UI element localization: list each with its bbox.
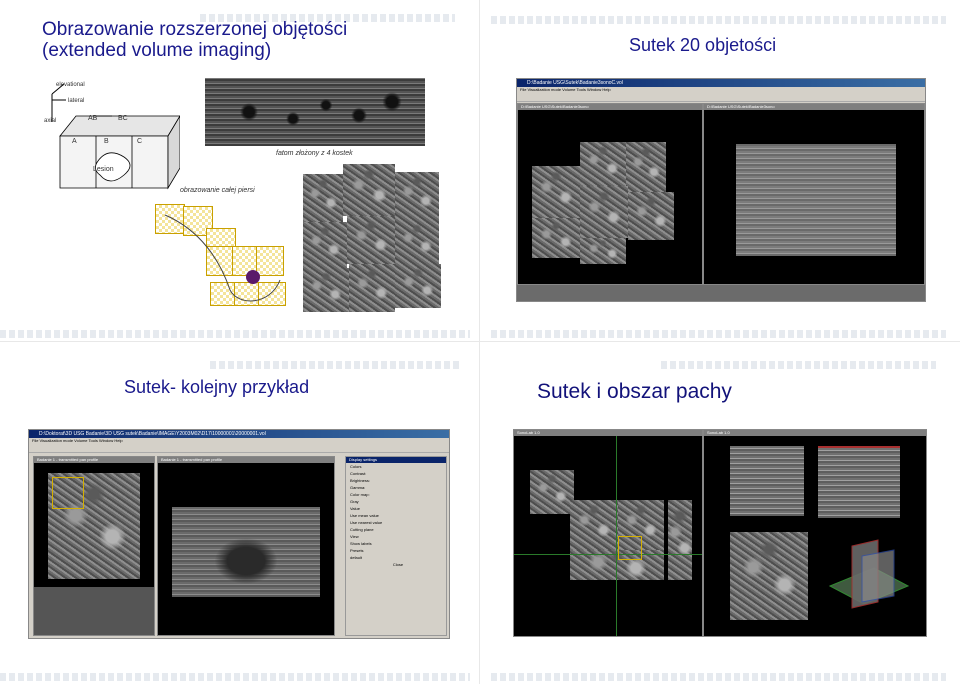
title-line-1: Obrazowanie rozszerzonej objętości — [42, 19, 348, 40]
slide-4: Sutek i obszar pachy SonoLab 1.0 SonoLab… — [481, 343, 960, 684]
label-b: B — [104, 138, 109, 145]
caption-fatom: fatom złożony z 4 kostek — [276, 150, 353, 157]
volume-tile — [580, 238, 626, 264]
app-window: D:\Doktorat\3D USG Badanie\3D USG sutek\… — [28, 429, 450, 639]
close-button[interactable]: Close — [346, 561, 446, 568]
view-group: View — [350, 534, 359, 539]
colors-group: Colors — [350, 464, 362, 469]
mosaic-tile — [347, 216, 395, 264]
pane-title: D:\Badanie USG\Sutek\Badanie3sono — [704, 104, 924, 110]
mosaic-tile — [303, 268, 349, 312]
volume-diagram — [51, 83, 180, 190]
label-lateral: lateral — [68, 98, 85, 104]
mosaic-tile — [395, 264, 441, 308]
toolbar[interactable] — [517, 93, 925, 102]
pane-canvas — [34, 463, 154, 587]
crosshair-vertical — [616, 436, 617, 636]
breast-outline — [164, 214, 281, 302]
label-c: C — [137, 138, 143, 145]
toolbar[interactable] — [29, 444, 449, 453]
breast-slice-image — [172, 507, 320, 597]
view-pane-left[interactable]: D:\Badanie USG\Sutek\Badanie3sono — [517, 103, 703, 285]
mosaic-tile — [395, 220, 439, 264]
slide-3: Sutek- kolejny przykład D:\Doktorat\3D U… — [0, 343, 479, 684]
extended-ultrasound-image — [205, 78, 425, 146]
title-line-2: (extended volume imaging) — [42, 39, 272, 61]
view-pane-left[interactable]: Badanie 1 - transmitted pan profile — [33, 456, 155, 636]
gamma-label: Gamma: — [350, 485, 366, 490]
mosaic-tile — [395, 172, 439, 220]
horizontal-divider — [0, 341, 960, 342]
decorative-band — [210, 361, 460, 369]
mosaic-tile — [343, 164, 395, 216]
volume-tile — [626, 142, 666, 192]
volume-tile — [580, 186, 628, 238]
decorative-band — [0, 673, 470, 681]
pane-title: SonoLab 1.0 — [514, 430, 702, 436]
display-settings-dialog: Display settings Colors Contrast: Bright… — [345, 456, 447, 636]
volume-tile — [580, 142, 626, 186]
view-pane-right[interactable]: D:\Badanie USG\Sutek\Badanie3sono — [703, 103, 925, 285]
preset-select[interactable]: default — [346, 554, 446, 561]
label-axial: axial — [44, 118, 57, 124]
roi-box[interactable] — [618, 536, 642, 560]
decorative-band — [661, 361, 936, 369]
decorative-band — [0, 330, 470, 338]
pane-title: SonoLab 1.0 — [704, 430, 926, 436]
slide-2: Sutek 20 objetości D:\Badanie USG\Sutek\… — [481, 0, 960, 341]
breast-slice-image — [736, 144, 896, 256]
decorative-band — [491, 673, 946, 681]
mosaic-tile — [349, 264, 395, 312]
slice-image — [730, 446, 804, 516]
view-pane-center[interactable]: Badanie 1 - transmitted pan profile — [157, 456, 335, 636]
pane-title: D:\Badanie USG\Sutek\Badanie3sono — [518, 104, 702, 110]
caption-whole-breast: obrazowanie całej piersi — [180, 187, 255, 194]
slide-3-title: Sutek- kolejny przykład — [124, 377, 310, 397]
slide-2-title: Sutek 20 objetości — [629, 35, 777, 55]
slide-1: Obrazowanie rozszerzonej objętości (exte… — [0, 0, 479, 341]
view-pane-right[interactable]: SonoLab 1.0 — [703, 429, 927, 637]
mosaic-tile — [303, 222, 347, 268]
label-lesion: Lesion — [93, 166, 114, 173]
window-title-bar: D:\Badanie USG\Sutek\Badanie3sonoC.vol — [517, 79, 925, 87]
colormap-label: Color map: — [350, 492, 370, 497]
volume-tile — [570, 500, 618, 550]
volume-tile — [668, 500, 692, 580]
volume-tile — [532, 218, 580, 258]
colormap-select[interactable]: Gray — [346, 498, 446, 505]
use-mean-radio[interactable]: Use mean value — [346, 512, 446, 519]
slice-image — [730, 532, 808, 620]
mosaic-tile — [303, 174, 343, 222]
slice-image — [818, 446, 900, 518]
window-title-bar: D:\Doktorat\3D USG Badanie\3D USG sutek\… — [29, 430, 449, 438]
decorative-band — [491, 16, 946, 24]
cutting-plane-group: Cutting plane — [350, 527, 374, 532]
value-group: Value — [350, 506, 360, 511]
label-elevational: elevational — [56, 82, 85, 88]
brightness-label: Brightness: — [350, 478, 371, 483]
label-bc: BC — [118, 115, 128, 122]
volume-tile — [532, 166, 580, 218]
decorative-band — [491, 330, 946, 338]
roi-box[interactable] — [52, 477, 84, 509]
vertical-divider — [479, 0, 480, 684]
app-window: D:\Badanie USG\Sutek\Badanie3sonoC.vol F… — [516, 78, 926, 302]
orthogonal-planes-3d — [828, 539, 910, 609]
contrast-label: Contrast: — [350, 471, 367, 476]
volume-tile — [530, 470, 574, 514]
slide-1-title: Obrazowanie rozszerzonej objętości (exte… — [42, 19, 348, 61]
presets-group: Presets — [350, 548, 364, 553]
view-pane-left[interactable]: SonoLab 1.0 — [513, 429, 703, 637]
use-nearest-radio[interactable]: Use nearest value — [346, 519, 446, 526]
label-ab: AB — [88, 115, 98, 122]
show-labels-checkbox[interactable]: Show labels — [346, 540, 446, 547]
volume-tile — [628, 192, 674, 240]
status-area — [517, 285, 925, 301]
crosshair-horizontal — [514, 554, 702, 555]
slide-4-title: Sutek i obszar pachy — [537, 380, 732, 403]
label-a: A — [72, 138, 77, 145]
pane-title: Badanie 1 - transmitted pan profile — [158, 457, 334, 463]
